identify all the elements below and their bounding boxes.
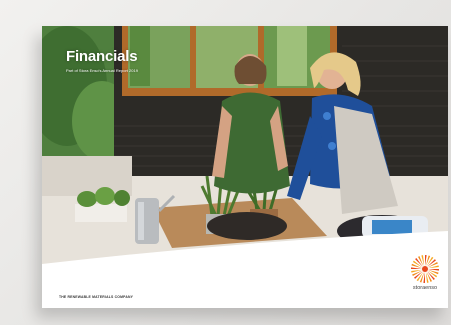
sunburst-ray [427, 265, 439, 269]
cover-subtitle: Part of Stora Enso's Annual Report 2019 [66, 68, 138, 73]
sunburst-logo-icon [411, 255, 439, 283]
report-cover: Financials Part of Stora Enso's Annual R… [42, 26, 448, 308]
sunburst-ray [411, 269, 423, 273]
sunburst-center [422, 266, 428, 272]
logo-wordmark: storaenso [412, 285, 438, 291]
company-tagline: THE RENEWABLE MATERIALS COMPANY [59, 295, 134, 299]
sunburst-ray [425, 271, 429, 283]
cover-title: Financials [66, 48, 138, 65]
sunburst-ray [421, 255, 425, 267]
stora-enso-logo: storaenso [409, 254, 441, 304]
